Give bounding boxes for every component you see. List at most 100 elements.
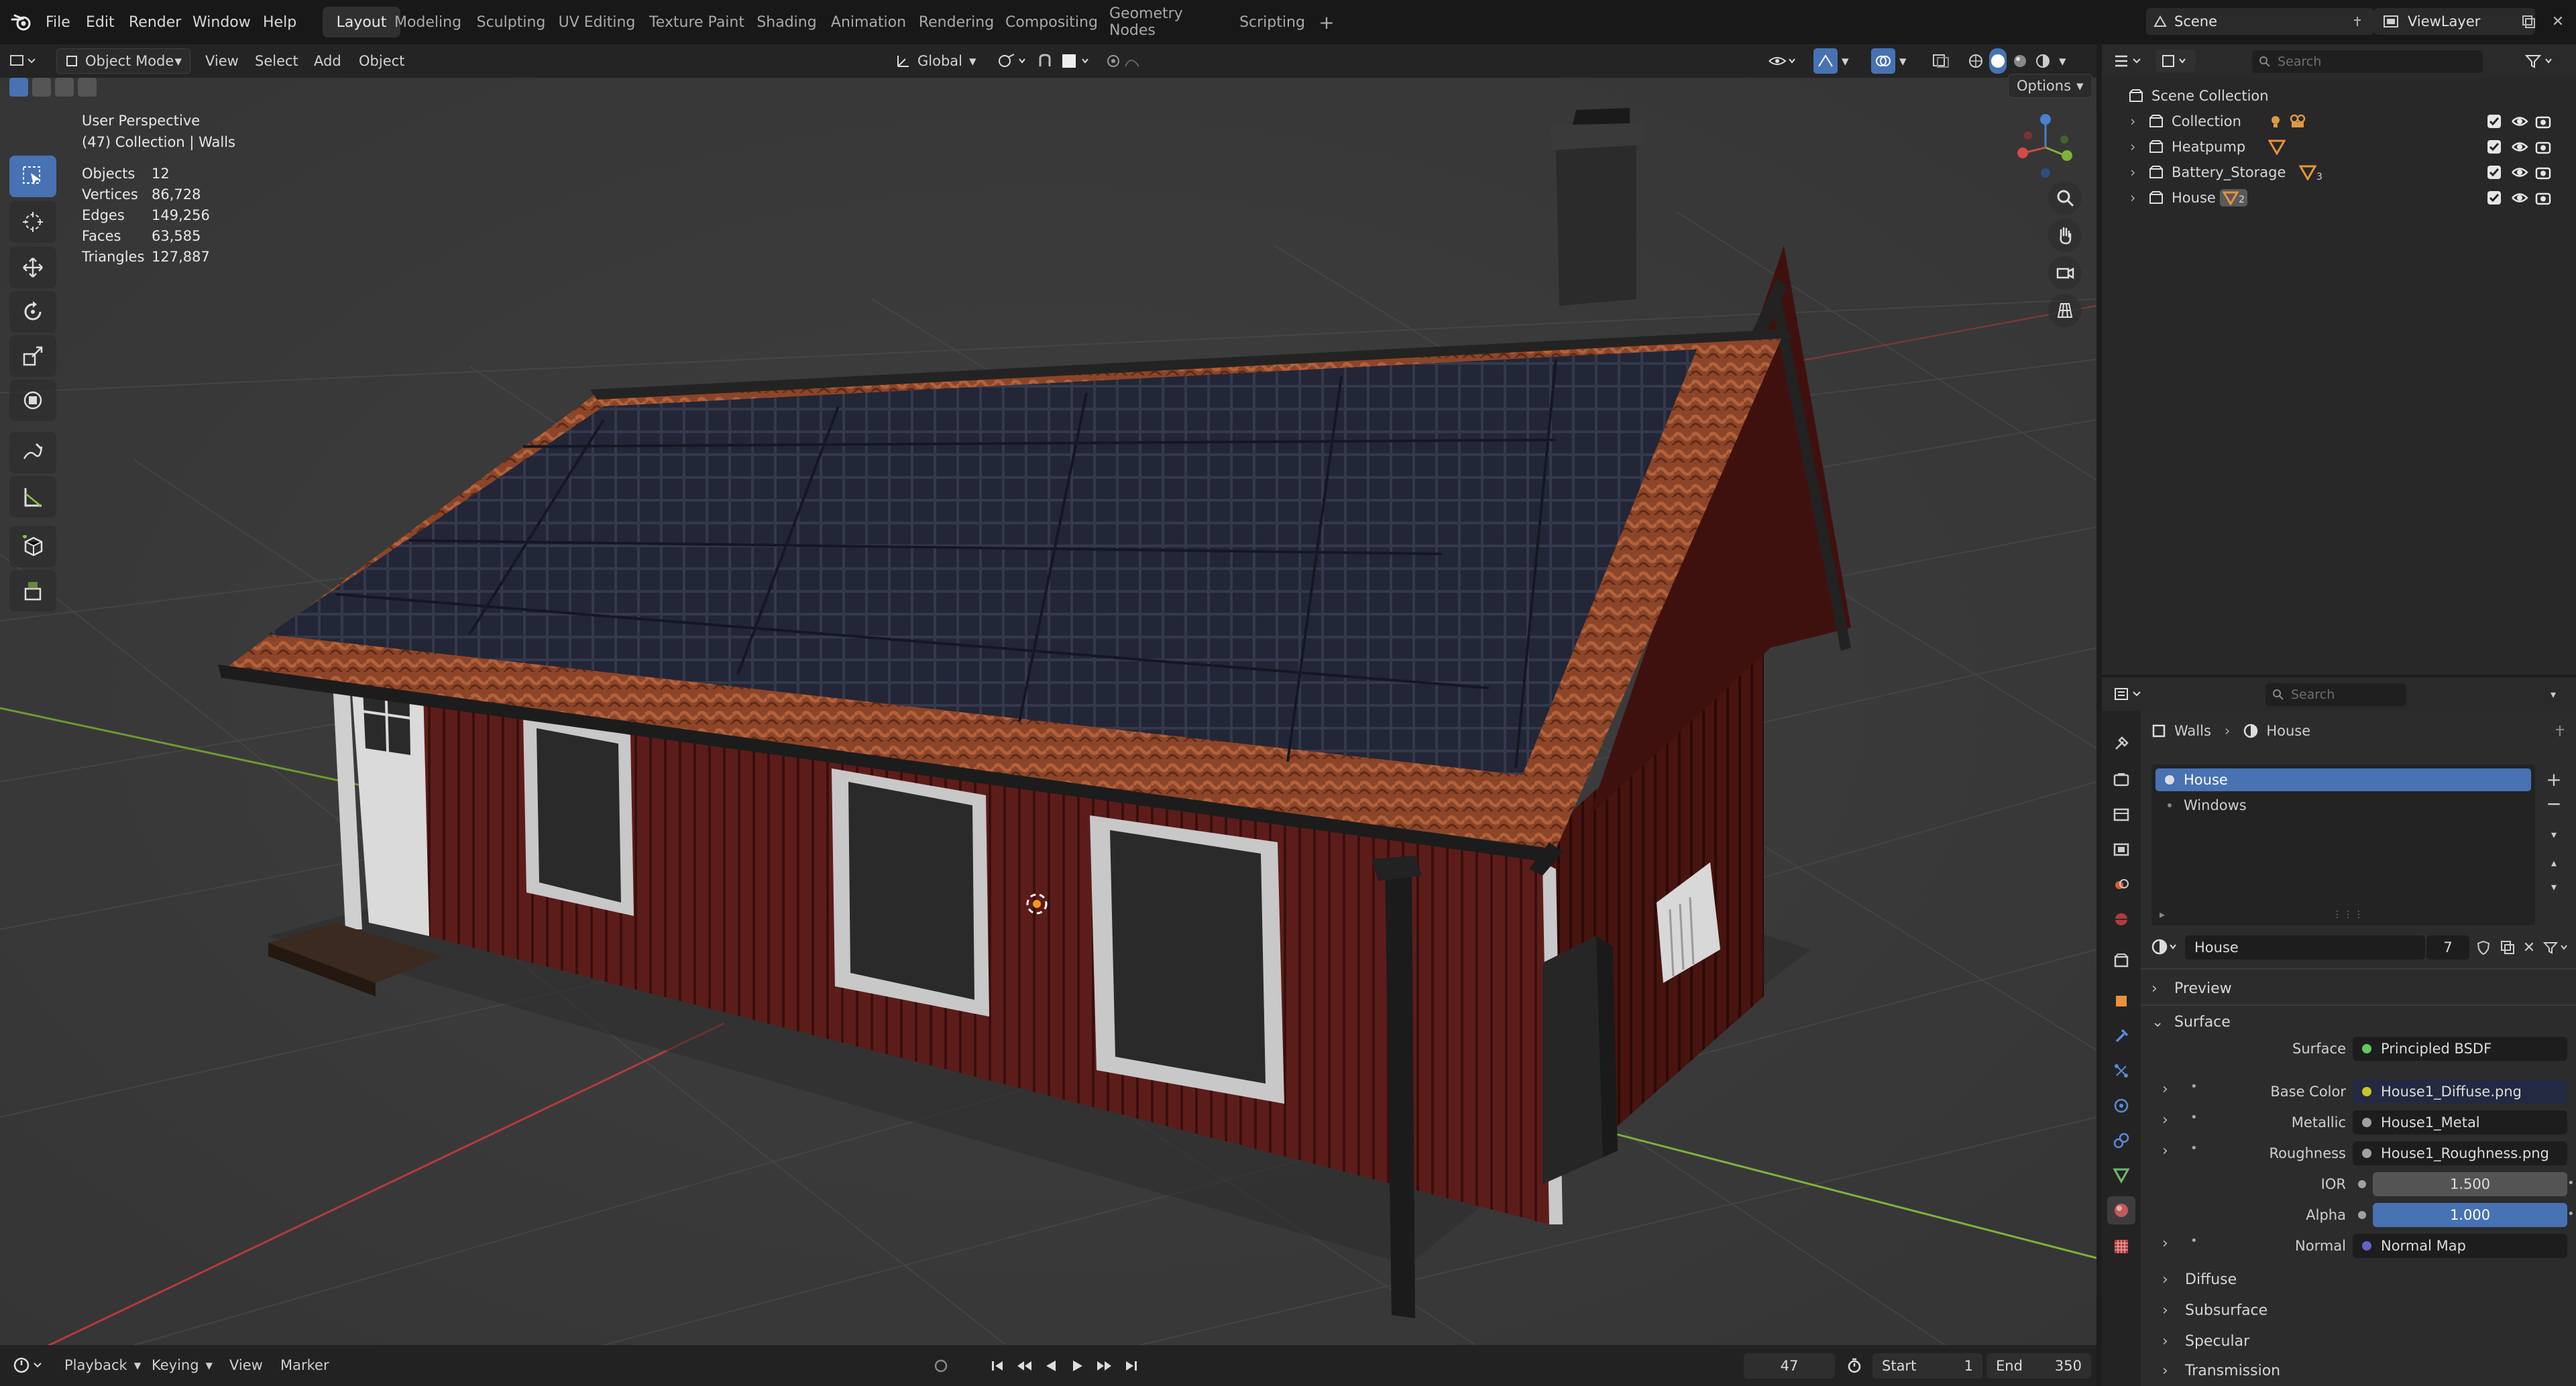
object-tab-icon[interactable] (2107, 987, 2135, 1015)
outliner-row-house[interactable]: › House 2 (2102, 185, 2576, 211)
resize-handle-icon[interactable]: ⋮⋮⋮ (2333, 909, 2365, 920)
duplicate-material-icon[interactable] (2496, 936, 2519, 959)
particles-tab-icon[interactable] (2107, 1057, 2135, 1085)
measure-tool-icon[interactable] (9, 476, 56, 518)
cursor-tool-icon[interactable] (9, 201, 56, 243)
timeline-editor-icon[interactable] (9, 1354, 50, 1376)
jump-end-icon[interactable] (1120, 1354, 1143, 1377)
metallic-field[interactable]: House1_Metal (2353, 1110, 2567, 1135)
base-color-field[interactable]: House1_Diffuse.png (2353, 1080, 2567, 1104)
checkbox-icon[interactable] (2487, 114, 2502, 129)
tab-sculpting[interactable]: Sculpting (472, 7, 550, 38)
chevron-right-icon[interactable]: › (2130, 113, 2142, 129)
render-camera-icon[interactable] (2535, 190, 2551, 205)
chevron-right-icon[interactable]: › (2162, 1112, 2168, 1129)
eye-icon[interactable] (2511, 114, 2528, 129)
material-users-count[interactable]: 7 (2426, 935, 2469, 960)
tab-texture-paint[interactable]: Texture Paint (647, 7, 747, 38)
xray-icon[interactable] (1931, 48, 1950, 74)
eye-icon[interactable] (2511, 139, 2528, 154)
current-frame-field[interactable]: 47 (1744, 1353, 1835, 1379)
snap-target-icon[interactable] (1061, 48, 1095, 74)
alpha-field[interactable]: 1.000 (2373, 1203, 2567, 1227)
snap-icon[interactable] (1037, 48, 1057, 74)
ior-field[interactable]: 1.500 (2373, 1172, 2567, 1196)
properties-editor-icon[interactable] (2110, 683, 2150, 705)
outliner-row-heatpump[interactable]: › Heatpump (2102, 134, 2576, 160)
tab-compositing[interactable]: Compositing (1005, 7, 1099, 38)
outliner-row-battery-storage[interactable]: › Battery_Storage 3 (2102, 160, 2576, 185)
render-camera-icon[interactable] (2535, 114, 2551, 129)
normal-field[interactable]: Normal Map (2353, 1234, 2567, 1258)
pin-icon[interactable] (2347, 15, 2367, 27)
keyframe-dot-icon[interactable]: • (2567, 1176, 2575, 1190)
chevron-right-icon[interactable]: › (2162, 1143, 2168, 1159)
checkbox-icon[interactable] (2487, 190, 2502, 205)
surface-shader-field[interactable]: Principled BSDF (2353, 1037, 2567, 1061)
select-subtract-icon[interactable] (55, 78, 74, 97)
menu-file[interactable]: File (46, 0, 70, 44)
camera-view-icon[interactable] (2048, 256, 2082, 290)
modifier-tab-icon[interactable] (2107, 1022, 2135, 1050)
chevron-right-icon[interactable]: › (2130, 139, 2142, 155)
ortho-grid-icon[interactable] (2048, 294, 2082, 327)
wireframe-shading-icon[interactable] (1968, 48, 1984, 74)
viewlayer-selector[interactable]: ViewLayer (2374, 8, 2535, 35)
output-tab-icon[interactable] (2107, 801, 2135, 829)
breadcrumb-material[interactable]: House (2266, 723, 2310, 739)
material-shading-icon[interactable] (2012, 48, 2028, 74)
chevron-down-icon[interactable]: ▾ (2542, 684, 2565, 704)
render-camera-icon[interactable] (2535, 165, 2551, 180)
chevron-right-icon[interactable]: › (2162, 1235, 2168, 1252)
move-tool-icon[interactable] (9, 247, 56, 288)
tab-geometry-nodes[interactable]: Geometry Nodes (1109, 5, 1227, 39)
new-viewlayer-icon[interactable] (2516, 9, 2540, 34)
chevron-down-icon[interactable]: ▾ (2542, 822, 2566, 846)
surface-panel-header[interactable]: ⌄ Surface (2151, 1007, 2231, 1037)
tab-animation[interactable]: Animation (828, 7, 909, 38)
jump-keyframe-back-icon[interactable] (1013, 1354, 1035, 1377)
add-workspace-button[interactable]: + (1313, 7, 1340, 38)
proportional-edit-icon[interactable] (1105, 48, 1145, 74)
roughness-field[interactable]: House1_Roughness.png (2353, 1141, 2567, 1165)
remove-slot-icon[interactable]: − (2542, 791, 2566, 815)
pan-hand-icon[interactable] (2048, 219, 2082, 252)
pin-icon[interactable] (2553, 724, 2567, 738)
delete-viewlayer-icon[interactable]: ✕ (2546, 9, 2570, 34)
play-reverse-icon[interactable] (1040, 1354, 1062, 1377)
specular-subpanel[interactable]: › Specular (2162, 1326, 2249, 1356)
texture-tab-icon[interactable] (2107, 1232, 2135, 1261)
tab-scripting[interactable]: Scripting (1237, 7, 1308, 38)
timeline-view-menu[interactable]: View (229, 1359, 263, 1373)
checkbox-icon[interactable] (2487, 139, 2502, 154)
subsurface-subpanel[interactable]: › Subsurface (2162, 1295, 2267, 1325)
chevron-down-icon[interactable]: ▾ (2059, 48, 2066, 74)
menu-help[interactable]: Help (263, 0, 296, 44)
options-dropdown[interactable]: Options ▾ (2008, 74, 2092, 98)
editor-type-button[interactable] (9, 48, 36, 74)
render-camera-icon[interactable] (2535, 139, 2551, 154)
jump-start-icon[interactable] (986, 1354, 1009, 1377)
select-new-icon[interactable] (9, 78, 28, 97)
preview-panel-header[interactable]: › Preview (2151, 974, 2232, 1003)
scene-selector[interactable]: Scene (2146, 8, 2374, 35)
select-box-tool-icon[interactable] (9, 156, 56, 197)
3d-viewport[interactable]: Object Mode ▾ View Select Add Object Glo… (0, 44, 2096, 1345)
scale-tool-icon[interactable] (9, 335, 56, 377)
eye-icon[interactable] (2511, 190, 2528, 205)
outliner-row-collection[interactable]: › Collection (2102, 109, 2576, 134)
outliner-editor-icon[interactable] (2110, 50, 2150, 72)
tab-modeling[interactable]: Modeling (394, 7, 461, 38)
end-frame-field[interactable]: End 350 (1986, 1353, 2091, 1379)
tab-rendering[interactable]: Rendering (916, 7, 997, 38)
material-name-field[interactable]: House (2185, 935, 2425, 960)
scene-tab-icon[interactable] (2107, 870, 2135, 899)
material-filter-icon[interactable] (2540, 936, 2573, 959)
fake-user-shield-icon[interactable] (2472, 936, 2495, 959)
visibility-icon[interactable] (1768, 48, 1799, 74)
breadcrumb-object[interactable]: Walls (2174, 723, 2211, 739)
tool-tab-icon[interactable] (2107, 730, 2135, 758)
tab-shading[interactable]: Shading (754, 7, 819, 38)
gizmo-toggle-icon[interactable] (1813, 48, 1838, 74)
expand-arrow-icon[interactable]: ▸ (2160, 908, 2165, 921)
